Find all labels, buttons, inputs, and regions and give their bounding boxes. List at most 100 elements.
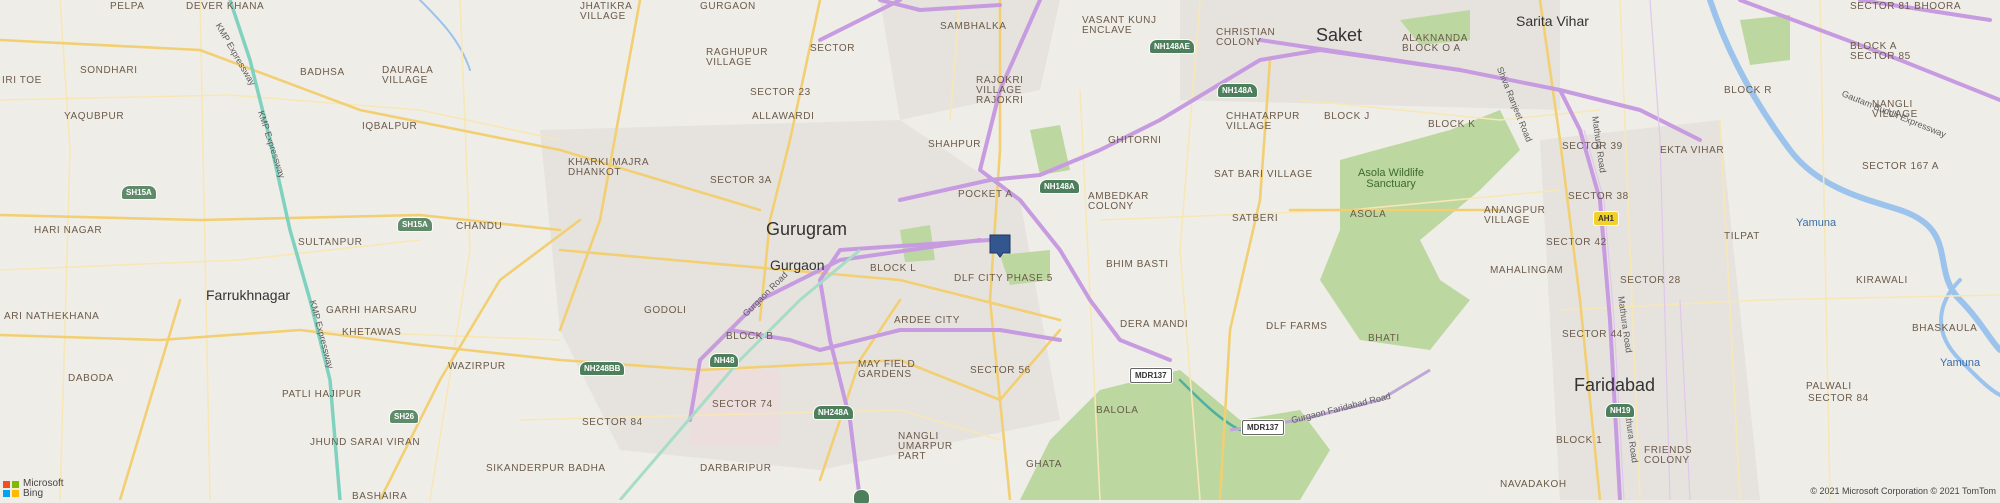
place-label: SECTOR [810, 43, 856, 54]
place-label: GHITORNI [1108, 135, 1162, 146]
place-label: PALWALI [1806, 381, 1852, 392]
city-label-gurugram: Gurugram [766, 219, 848, 239]
place-label: SATBERI [1232, 213, 1279, 224]
place-label: AMBEDKAR COLONY [1088, 191, 1149, 212]
place-label: SULTANPUR [298, 237, 363, 248]
highway-shield: MDR137 [1130, 368, 1172, 383]
place-label: BLOCK J [1324, 111, 1370, 122]
park-label-asola-wildlife: Asola Wildlife Sanctuary [1357, 167, 1425, 190]
highway-shield-partial [854, 490, 869, 503]
copyright-notice: © 2021 Microsoft Corporation © 2021 TomT… [1810, 486, 1996, 496]
place-label: YAQUBPUR [64, 111, 125, 122]
place-label: BLOCK A SECTOR 85 [1850, 41, 1911, 62]
place-label: DARBARIPUR [700, 463, 772, 474]
place-label: SHAHPUR [928, 139, 982, 150]
place-label: ALAKNANDA BLOCK O A [1402, 33, 1468, 54]
place-label: CHHATARPUR VILLAGE [1226, 111, 1300, 132]
place-label: KHETAWAS [342, 327, 402, 338]
place-label: SECTOR 42 [1546, 237, 1607, 248]
place-label: SONDHARI [80, 65, 138, 76]
place-label: KHARKI MAJRA DHANKOT [568, 157, 649, 178]
place-label: BLOCK 1 [1556, 435, 1603, 446]
place-label: TILPAT [1724, 231, 1761, 242]
place-label: MAHALINGAM [1490, 265, 1564, 276]
highway-shield: NH248BB [580, 362, 625, 375]
highway-shield: SH15A [122, 186, 156, 199]
place-label: NANGLI UMARPUR PART [898, 431, 953, 462]
place-label: VASANT KUNJ ENCLAVE [1082, 15, 1157, 36]
highway-shield: AH1 [1594, 212, 1619, 225]
place-label: BLOCK L [870, 263, 917, 274]
place-label: BASHAIRA [352, 491, 408, 502]
place-label: BHASKAULA [1912, 323, 1978, 334]
place-label: POCKET A [958, 189, 1013, 200]
place-label: BADHSA [300, 67, 345, 78]
place-label: SECTOR 39 [1562, 141, 1623, 152]
logo-text-bing: Bing [23, 488, 44, 499]
place-label: SECTOR 23 [750, 87, 811, 98]
place-label: GARHI HARSARU [326, 305, 418, 316]
place-label: DLF CITY PHASE 5 [954, 273, 1053, 284]
place-label: ARI NATHEKHANA [4, 311, 100, 322]
city-label-gurgaon: Gurgaon [770, 257, 825, 273]
highway-shield: NH48 [710, 354, 739, 367]
place-label: DAURALA VILLAGE [382, 65, 433, 86]
place-label: SAT BARI VILLAGE [1214, 169, 1313, 180]
city-label-farrukhnagar: Farrukhnagar [206, 287, 291, 303]
place-label: RAGHUPUR VILLAGE [706, 47, 769, 68]
place-label: FRIENDS COLONY [1644, 445, 1693, 466]
place-label: EKTA VIHAR [1660, 145, 1725, 156]
place-label: GURGAON [700, 1, 756, 12]
place-label: SECTOR 81 BHOORA [1850, 1, 1962, 12]
highway-shield: NH19 [1606, 404, 1635, 417]
place-label: JHATIKRA VILLAGE [580, 1, 632, 22]
place-label: BLOCK R [1724, 85, 1773, 96]
place-label: SECTOR 38 [1568, 191, 1629, 202]
place-label: JHUND SARAI VIRAN [310, 437, 421, 448]
city-label-saket: Saket [1316, 25, 1363, 45]
highway-shield: MDR137 [1242, 420, 1284, 435]
place-label: SECTOR 44 [1562, 329, 1623, 340]
place-label: IRI TOE [2, 75, 42, 86]
place-label: KIRAWALI [1856, 275, 1908, 286]
bing-logo[interactable]: Microsoft Bing [3, 479, 64, 499]
place-label: BLOCK K [1428, 119, 1476, 130]
place-label: WAZIRPUR [448, 361, 506, 372]
place-label: PATLI HAJIPUR [282, 389, 362, 400]
place-label: BLOCK B [726, 331, 774, 342]
water-label-yamuna: Yamuna [1940, 357, 1981, 369]
place-label: CHRISTIAN COLONY [1216, 27, 1276, 48]
place-label: ALLAWARDI [752, 111, 815, 122]
place-label: SECTOR 28 [1620, 275, 1681, 286]
place-label: GODOLI [644, 305, 687, 316]
place-label: ANANGPUR VILLAGE [1484, 205, 1546, 226]
place-label: DEVER KHANA [186, 1, 265, 12]
place-label: ASOLA [1350, 209, 1387, 220]
place-label: BHIM BASTI [1106, 259, 1169, 270]
highway-shield: NH148A [1040, 180, 1079, 193]
place-label: BHATI [1368, 333, 1400, 344]
highway-shield: NH248A [814, 406, 853, 419]
place-label: SECTOR 167 A [1862, 161, 1940, 172]
highway-shield: NH148A [1218, 84, 1257, 97]
highway-shield: SH26 [390, 410, 419, 423]
place-label: HARI NAGAR [34, 225, 103, 236]
highway-shield: SH15A [398, 218, 432, 231]
city-label-faridabad: Faridabad [1574, 375, 1656, 395]
place-label: IQBALPUR [362, 121, 418, 132]
place-label: NAVADAKOH [1500, 479, 1567, 490]
place-label: SECTOR 84 [1808, 393, 1869, 404]
place-label: SECTOR 84 [582, 417, 643, 428]
water-label-yamuna: Yamuna [1796, 217, 1837, 229]
place-label: CHANDU [456, 221, 503, 232]
place-label: SAMBHALKA [940, 21, 1007, 32]
location-pin-icon[interactable] [989, 234, 1011, 258]
place-label: MAY FIELD GARDENS [858, 359, 916, 380]
place-label: SECTOR 56 [970, 365, 1031, 376]
place-label: GHATA [1026, 459, 1062, 470]
place-label: SECTOR 3A [710, 175, 772, 186]
place-label: PELPA [110, 1, 145, 12]
place-label: DERA MANDI [1120, 319, 1189, 330]
place-label: BALOLA [1096, 405, 1139, 416]
place-label: SECTOR 74 [712, 399, 773, 410]
